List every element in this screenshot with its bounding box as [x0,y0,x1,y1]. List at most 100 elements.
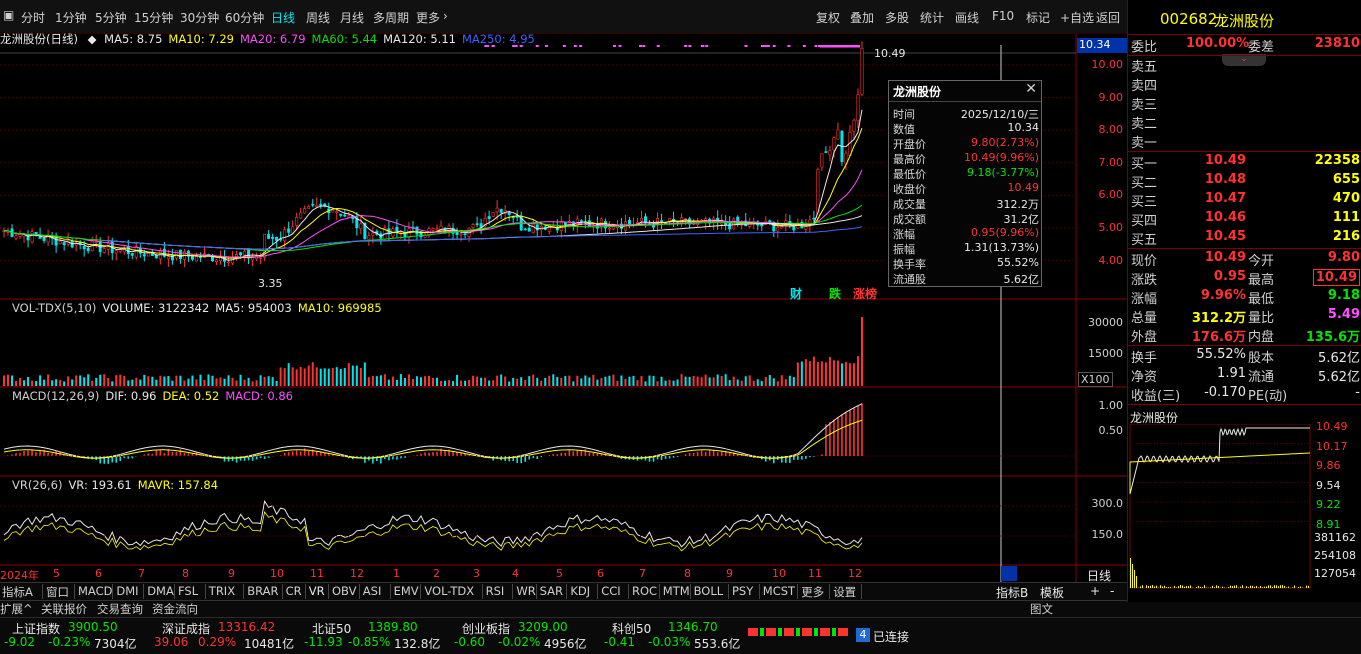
signal-marker [684,45,688,47]
intraday-volume-bar [1160,585,1161,588]
intraday-avg-line [1129,452,1310,494]
date-tick: 11 [808,567,822,580]
indicator-tab[interactable]: ROC [632,584,657,598]
volume-bar [716,374,719,386]
indicator-value: VOL-TDX(5,10) [12,301,97,315]
close-icon[interactable]: ✕ [1025,81,1037,97]
indicator-tab[interactable]: DMA [147,584,174,598]
bid-row[interactable]: 买四 10.46 111 [1128,210,1361,229]
volume-bar [255,380,258,386]
event-tag-finance[interactable]: 财 [790,285,802,302]
ask-row[interactable]: 卖四 [1128,75,1361,94]
macd-bar [436,451,438,456]
index-amount: 4956亿 [544,637,587,651]
ask-row[interactable]: 卖五 [1128,56,1361,75]
bid-label: 买三 [1131,195,1158,210]
ask-label: 卖三 [1131,98,1158,113]
date-tick: 12 [350,567,364,580]
candle-body [239,252,243,256]
indicator-tab[interactable]: RSI [486,584,505,598]
ask-row[interactable]: 卖一 [1128,132,1361,151]
fundamental-value: -0.170 [1204,385,1246,400]
fundamental-row: 净资 1.91 流通 5.62亿 [1128,366,1361,385]
indicator-tab[interactable]: MACD [78,584,112,598]
date-tick: 9 [228,567,235,580]
indicator-tab[interactable]: WR [516,584,535,598]
event-tag-limitup[interactable]: 涨榜 [853,285,877,302]
candle-body [435,228,439,230]
indicator-tab[interactable]: CCI [601,584,620,598]
ask-row[interactable]: 卖二 [1128,113,1361,132]
indicator-tab[interactable]: PSY [732,584,753,598]
date-tick: 1 [393,567,400,580]
indicator-tab[interactable]: SAR [540,584,563,598]
indicator-tab[interactable]: MTM [663,584,690,598]
volume-bar [560,377,563,386]
indicator-tab[interactable]: TRIX [209,584,235,598]
indicator-tab[interactable]: EMV [394,584,419,598]
bid-row[interactable]: 买一 10.49 22358 [1128,153,1361,172]
bottom-tab[interactable]: 交易查询 [97,601,143,617]
intraday-volume-bar [1178,586,1179,588]
tab-divider [535,584,537,599]
volume-bar [203,380,206,386]
macd-bar [704,451,707,456]
volume-bar [684,376,687,386]
tooltip-row: 成交量 312.2万 [889,196,1043,211]
indicator-right-tab[interactable]: 指标B [996,584,1028,601]
intraday-volume-bar [1272,586,1273,588]
macd-bar [588,452,591,456]
indicator-tab[interactable]: FSL [178,584,198,598]
macd-bar [171,451,174,456]
volume-bar [239,374,242,386]
indicator-tab[interactable]: CR [286,584,302,598]
intraday-volume-bar [1150,585,1151,588]
candle-body [792,225,796,231]
indicator-tab[interactable]: BOLL [694,584,724,598]
indicator-tab[interactable]: VOL-TDX [424,584,474,598]
date-tick: 7 [639,567,646,580]
indicator-tab[interactable]: KDJ [570,584,590,598]
volume-bar [399,374,402,386]
indicator-tab[interactable]: DMI [116,584,138,598]
indicator-right-tab[interactable]: - [1110,584,1114,598]
volume-bar [163,376,166,386]
indicator-tab[interactable]: 指标A [2,584,33,600]
event-tag-drop[interactable]: 跌 [829,285,841,302]
bid-row[interactable]: 买二 10.48 655 [1128,172,1361,191]
volume-bar [139,379,142,386]
volume-bar [95,377,98,386]
indicator-tab[interactable]: OBV [332,584,356,598]
tab-divider [143,584,145,599]
volume-bar [856,356,859,386]
intraday-volume-bar [1152,585,1153,588]
candle-body [523,228,527,231]
macd-bar [295,450,298,456]
intraday-volume-bar [1146,585,1147,588]
indicator-tab[interactable]: 窗口 [46,584,69,600]
volume-bar [423,376,426,386]
indicator-tab[interactable]: MCST [763,584,795,598]
candle-body [812,217,816,220]
bottom-tab[interactable]: 扩展^ [0,601,33,617]
indicator-right-tab[interactable]: + [1090,584,1100,598]
bottom-tab[interactable]: 资金流向 [152,601,198,617]
tooltip-row: 振幅 1.31(13.73%) [889,241,1043,256]
signal-marker [688,45,692,47]
bid-row[interactable]: 买五 10.45 216 [1128,229,1361,248]
macd-bar [720,450,723,456]
tab-graphic-news[interactable]: 图文 [1030,601,1053,617]
bottom-tab[interactable]: 关联报价 [41,601,87,617]
indicator-tab[interactable]: 设置 [833,584,856,600]
indicator-tab[interactable]: ASI [363,584,382,598]
indicator-tab[interactable]: VR [309,584,325,598]
macd-bar [572,451,575,456]
ask-row[interactable]: 卖三 [1128,94,1361,113]
tooltip-value: 10.34 [1007,121,1040,134]
macd-bar [179,449,182,456]
indicator-right-tab[interactable]: 模板 [1040,584,1064,601]
bid-row[interactable]: 买三 10.47 470 [1128,191,1361,210]
tab-divider [112,584,114,599]
indicator-tab[interactable]: BRAR [247,584,278,598]
indicator-tab[interactable]: 更多 [801,584,824,600]
